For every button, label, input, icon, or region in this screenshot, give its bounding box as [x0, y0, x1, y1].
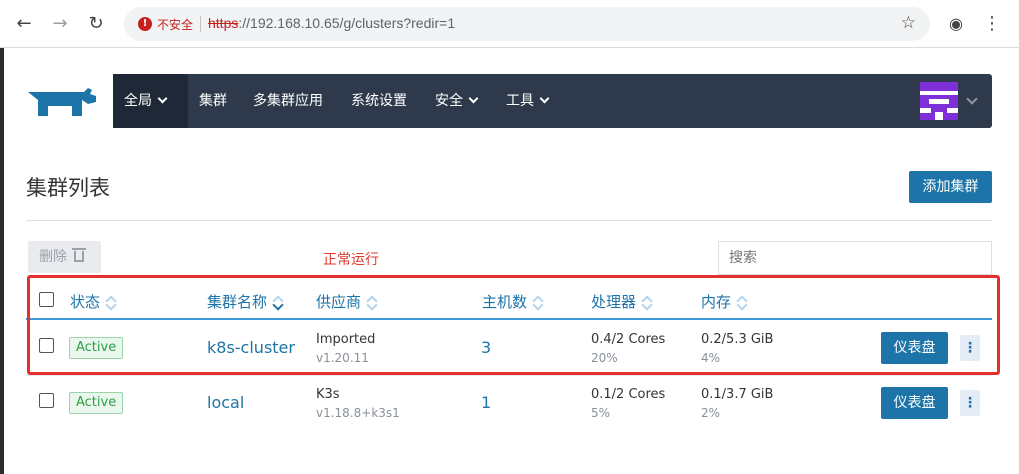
node-count-link[interactable]: 1: [481, 393, 491, 412]
url-protocol: https: [208, 15, 239, 31]
cpu-percent: 20%: [591, 351, 618, 365]
url-rest: ://192.168.10.65/g/clusters?redir=1: [238, 15, 456, 31]
cpu-usage: 0.4/2 Cores: [591, 332, 666, 347]
delete-button[interactable]: 删除: [28, 241, 101, 273]
sort-icon: [642, 295, 652, 309]
column-header-memory[interactable]: 内存: [701, 291, 747, 312]
status-badge: Active: [69, 337, 124, 359]
select-all-checkbox[interactable]: [39, 292, 54, 307]
trash-icon: [72, 248, 86, 262]
back-icon[interactable]: ←: [12, 12, 36, 36]
more-actions-icon[interactable]: ⋮: [960, 390, 980, 416]
nav-system-settings[interactable]: 系统设置: [351, 74, 407, 128]
column-header-cpu[interactable]: 处理器: [591, 291, 652, 312]
add-cluster-button[interactable]: 添加集群: [909, 171, 992, 203]
user-avatar[interactable]: [920, 82, 958, 120]
provider-version: v1.18.8+k3s1: [316, 406, 400, 420]
memory-usage: 0.1/3.7 GiB: [701, 387, 774, 402]
reload-icon[interactable]: ↻: [84, 12, 108, 36]
column-header-name[interactable]: 集群名称: [207, 291, 283, 312]
memory-usage: 0.2/5.3 GiB: [701, 332, 774, 347]
warning-icon: !: [138, 17, 152, 31]
dashboard-button[interactable]: 仪表盘: [881, 332, 948, 364]
nav-global-dropdown[interactable]: 全局: [113, 74, 188, 128]
chevron-down-icon: [157, 93, 168, 104]
table-row: Active k8s-cluster Imported v1.20.11 3 0…: [26, 321, 992, 375]
provider-name: Imported: [316, 332, 376, 347]
more-actions-icon[interactable]: ⋮: [960, 335, 980, 361]
table-row: Active local K3s v1.18.8+k3s1 1 0.1/2 Co…: [26, 376, 992, 430]
cluster-name-link[interactable]: k8s-cluster: [207, 338, 295, 357]
main-navbar: 全局 集群 多集群应用 系统设置 安全 工具: [113, 74, 992, 128]
chevron-down-icon[interactable]: [966, 93, 978, 105]
provider-version: v1.20.11: [316, 351, 369, 365]
table-header: 状态 集群名称 供应商 主机数 处理器 内存: [26, 282, 992, 320]
browser-toolbar: ← → ↻ ! 不安全 https://192.168.10.65/g/clus…: [0, 0, 1019, 48]
delete-label: 删除: [39, 249, 67, 265]
nav-security-dropdown[interactable]: 安全: [435, 74, 479, 128]
address-bar[interactable]: ! 不安全 https://192.168.10.65/g/clusters?r…: [124, 7, 930, 41]
bookmark-star-icon[interactable]: ☆: [901, 13, 916, 33]
column-header-provider[interactable]: 供应商: [316, 291, 377, 312]
chevron-down-icon: [468, 93, 479, 104]
cpu-usage: 0.1/2 Cores: [591, 387, 666, 402]
background-window-strip: [0, 48, 4, 474]
memory-percent: 4%: [701, 351, 721, 365]
dashboard-button[interactable]: 仪表盘: [881, 387, 948, 419]
provider-name: K3s: [316, 387, 340, 402]
sort-icon: [737, 295, 747, 309]
status-badge: Active: [69, 392, 124, 414]
row-checkbox[interactable]: [39, 393, 54, 408]
nav-clusters[interactable]: 集群: [199, 74, 227, 128]
title-divider: [26, 220, 992, 221]
page-title: 集群列表: [26, 176, 110, 200]
annotation-text: 正常运行: [323, 252, 379, 268]
column-header-nodes[interactable]: 主机数: [482, 291, 543, 312]
nav-tools-label: 工具: [506, 93, 534, 109]
cpu-percent: 5%: [591, 406, 611, 420]
sort-icon: [273, 295, 283, 309]
insecure-label: 不安全: [157, 17, 194, 32]
rancher-logo-icon[interactable]: [26, 86, 100, 122]
sort-icon: [367, 295, 377, 309]
forward-icon[interactable]: →: [48, 12, 72, 36]
sort-icon: [106, 295, 116, 309]
row-checkbox[interactable]: [39, 338, 54, 353]
browser-menu-icon[interactable]: ⋮: [980, 12, 1004, 36]
url-text[interactable]: https://192.168.10.65/g/clusters?redir=1: [208, 15, 455, 31]
search-input[interactable]: [718, 241, 992, 275]
omnibox-separator: [200, 16, 201, 32]
column-header-state[interactable]: 状态: [70, 291, 116, 312]
sort-icon: [533, 295, 543, 309]
nav-tools-dropdown[interactable]: 工具: [506, 74, 550, 128]
profile-icon[interactable]: ◉: [944, 12, 968, 36]
insecure-chip[interactable]: ! 不安全: [134, 12, 199, 36]
memory-percent: 2%: [701, 406, 721, 420]
nav-multi-cluster-apps[interactable]: 多集群应用: [253, 74, 323, 128]
cluster-name-link[interactable]: local: [207, 393, 244, 412]
node-count-link[interactable]: 3: [481, 338, 491, 357]
chevron-down-icon: [539, 93, 550, 104]
nav-global-label: 全局: [124, 93, 152, 109]
nav-security-label: 安全: [435, 93, 463, 109]
